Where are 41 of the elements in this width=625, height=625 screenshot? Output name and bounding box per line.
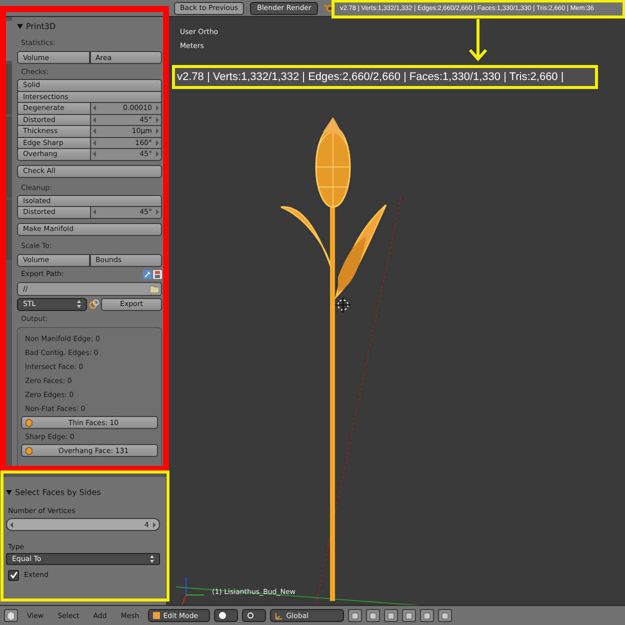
extend-checkbox[interactable]	[8, 570, 19, 580]
toolbar-icon[interactable]	[384, 609, 398, 622]
cube-icon	[7, 612, 15, 620]
sphere-icon	[219, 612, 226, 619]
toolbar-icon[interactable]	[348, 609, 362, 622]
cube-icon	[25, 418, 33, 426]
square-icon	[423, 612, 432, 620]
shading-dropdown[interactable]	[214, 609, 238, 622]
cursor-icon	[334, 296, 352, 314]
panel-title[interactable]: Select Faces by Sides	[15, 488, 101, 496]
decrement-arrow-icon[interactable]	[10, 522, 14, 528]
square-icon	[351, 612, 360, 620]
decrement-arrow-icon[interactable]	[92, 209, 96, 216]
pivot-icon	[247, 612, 254, 619]
collapse-triangle-icon[interactable]	[6, 489, 12, 495]
eyedropper-icon[interactable]	[143, 270, 152, 278]
square-icon	[387, 612, 396, 620]
save-icon[interactable]	[153, 270, 162, 278]
increment-arrow-icon[interactable]	[155, 209, 159, 216]
toolbar-icon[interactable]	[420, 609, 434, 622]
editor-type-button[interactable]	[4, 609, 18, 622]
updown-arrows-icon	[77, 300, 81, 308]
statistics-callout: v2.78 | Verts:1,332/1,332 | Edges:2,660/2,660 | Faces:1,330/1,330 | Tris:2,660 |	[172, 65, 598, 89]
mode-icon	[153, 612, 160, 619]
pivot-dropdown[interactable]	[242, 609, 266, 622]
square-icon	[405, 612, 414, 620]
updown-arrows-icon	[150, 555, 154, 563]
blender-logo-icon	[324, 3, 334, 13]
pointer-arrow	[468, 18, 488, 62]
folder-icon[interactable]	[150, 284, 159, 292]
toolbar-icon[interactable]	[402, 609, 416, 622]
toolbar-icon[interactable]	[438, 609, 452, 622]
toolbar-icon[interactable]	[366, 609, 380, 622]
cube-icon	[25, 446, 33, 454]
square-icon	[441, 612, 450, 620]
axis-gizmo-icon	[182, 576, 204, 605]
axes-icon	[275, 612, 284, 620]
increment-arrow-icon[interactable]	[152, 522, 156, 528]
panel-title[interactable]: Print3D	[26, 22, 56, 30]
collapse-triangle-icon[interactable]	[17, 23, 23, 29]
square-icon	[369, 612, 378, 620]
